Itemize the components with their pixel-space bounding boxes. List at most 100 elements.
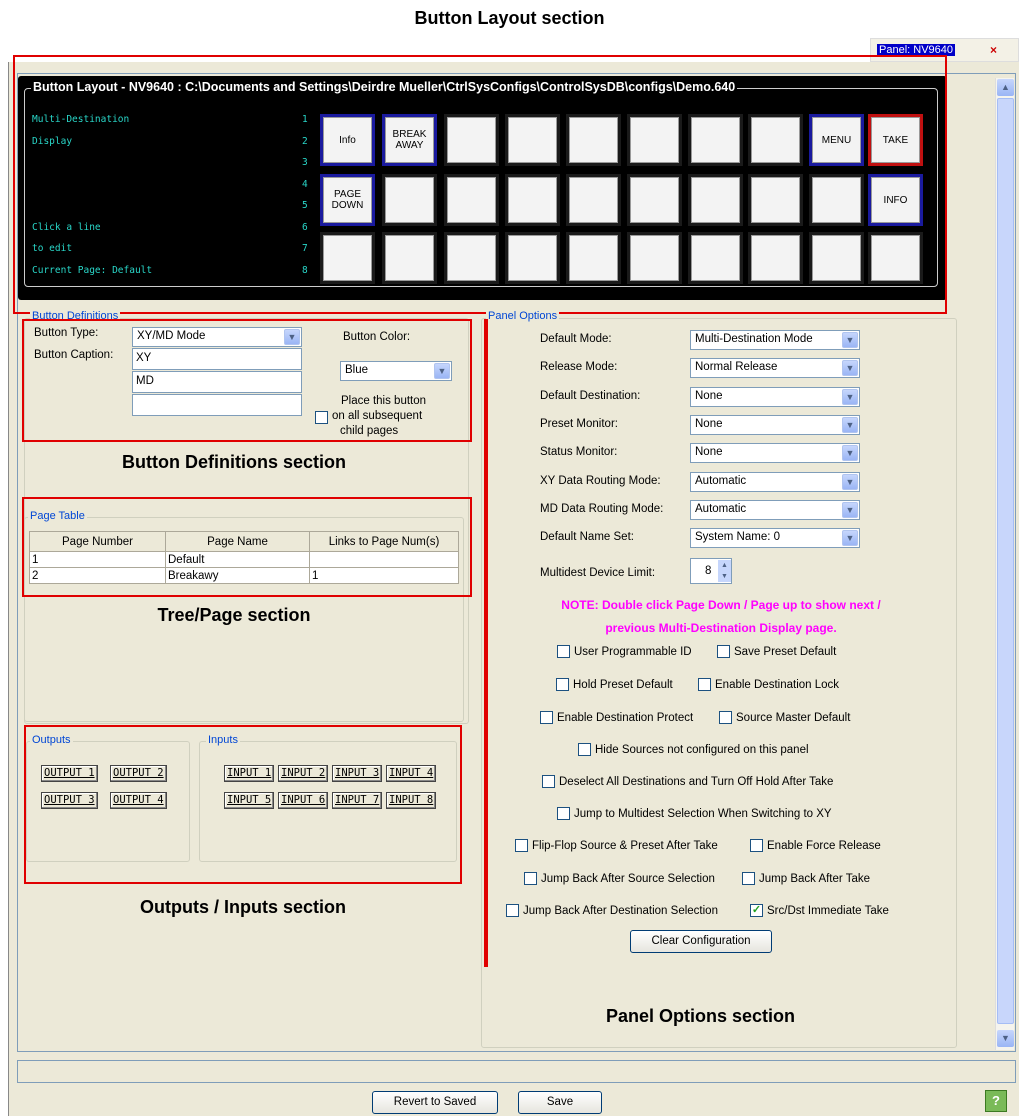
panel-button[interactable]: MENU (809, 114, 864, 166)
checkbox-label: Source Master Default (736, 711, 851, 724)
option-label: Default Destination: (540, 389, 641, 402)
panel-button[interactable]: Info (320, 114, 375, 166)
checkbox[interactable] (515, 839, 528, 852)
option-select[interactable]: None ▼ (690, 414, 860, 435)
option-value: None (695, 417, 723, 430)
panel-button[interactable] (505, 232, 560, 284)
option-select[interactable]: Automatic ▼ (690, 471, 860, 492)
close-icon[interactable]: × (990, 43, 997, 57)
option-checkbox-row[interactable]: Enable Destination Protect (540, 711, 693, 724)
panel-button[interactable] (444, 114, 499, 166)
checkbox[interactable]: ✓ (750, 904, 763, 917)
panel-button[interactable] (748, 232, 803, 284)
option-label: Default Mode: (540, 333, 612, 345)
option-checkbox-row[interactable]: Flip-Flop Source & Preset After Take (515, 839, 718, 852)
panel-button[interactable] (809, 174, 864, 226)
checkbox-label: Hide Sources not configured on this pane… (595, 743, 809, 756)
scroll-down-icon[interactable]: ▼ (997, 1030, 1014, 1047)
panel-button[interactable] (627, 232, 682, 284)
panel-button[interactable] (627, 174, 682, 226)
checkbox[interactable] (557, 645, 570, 658)
scroll-thumb[interactable] (997, 98, 1014, 1024)
checkbox[interactable] (742, 872, 755, 885)
option-checkbox-row[interactable]: Jump Back After Source Selection (524, 872, 715, 885)
panel-button[interactable]: TAKE (868, 114, 923, 166)
note-line-2: previous Multi-Destination Display page. (605, 621, 837, 635)
panel-options-title: Panel Options (486, 310, 560, 322)
option-select[interactable]: None ▼ (690, 443, 860, 464)
option-select[interactable]: Normal Release ▼ (690, 358, 860, 379)
spinner-up-icon[interactable]: ▲ (718, 560, 731, 571)
panel-button[interactable] (505, 114, 560, 166)
panel-button[interactable] (688, 114, 743, 166)
caption-panel-options: Panel Options section (605, 1006, 796, 1026)
panel-button[interactable] (382, 174, 437, 226)
panel-button[interactable] (748, 174, 803, 226)
option-checkbox-row[interactable]: Jump Back After Destination Selection (506, 904, 718, 917)
panel-button[interactable]: BREAK AWAY (382, 114, 437, 166)
help-icon[interactable]: ? (985, 1090, 1007, 1112)
panel-button[interactable] (688, 232, 743, 284)
panel-button[interactable] (748, 114, 803, 166)
panel-button[interactable] (566, 174, 621, 226)
chevron-down-icon: ▼ (842, 445, 858, 462)
caption-tree-page: Tree/Page section (157, 605, 311, 625)
option-checkbox-row[interactable]: Jump Back After Take (742, 872, 870, 885)
checkbox[interactable] (578, 743, 591, 756)
highlight-panel-options (484, 319, 488, 967)
checkbox[interactable] (698, 678, 711, 691)
checkbox[interactable] (506, 904, 519, 917)
scroll-up-icon[interactable]: ▲ (997, 79, 1014, 96)
checkbox[interactable] (556, 678, 569, 691)
option-select[interactable]: Multi-Destination Mode ▼ (690, 330, 860, 350)
option-checkbox-row[interactable]: Jump to Multidest Selection When Switchi… (557, 807, 832, 820)
option-checkbox-row[interactable]: Hide Sources not configured on this pane… (578, 743, 809, 756)
clear-configuration-button[interactable]: Clear Configuration (630, 930, 772, 953)
vertical-scrollbar[interactable]: ▲ ▼ (995, 78, 1014, 1050)
multidest-limit-spinner[interactable]: 8 ▲ ▼ (690, 558, 732, 584)
save-button[interactable]: Save (518, 1091, 602, 1114)
panel-button[interactable] (809, 232, 864, 284)
panel-button[interactable] (868, 232, 923, 284)
panel-button[interactable] (505, 174, 560, 226)
checkbox[interactable] (540, 711, 553, 724)
option-checkbox-row[interactable]: Enable Destination Lock (698, 678, 839, 691)
panel-button[interactable]: INFO (868, 174, 923, 226)
option-value: Automatic (695, 474, 747, 487)
checkbox[interactable] (750, 839, 763, 852)
panel-button[interactable]: PAGE DOWN (320, 174, 375, 226)
checkbox[interactable] (557, 807, 570, 820)
option-checkbox-row[interactable]: User Programmable ID (557, 645, 692, 658)
option-value: System Name: 0 (695, 531, 780, 544)
option-checkbox-row[interactable]: Hold Preset Default (556, 678, 673, 691)
checkbox[interactable] (542, 775, 555, 788)
chevron-down-icon: ▼ (842, 416, 858, 433)
option-checkbox-row[interactable]: Deselect All Destinations and Turn Off H… (542, 775, 833, 788)
checkbox-label: User Programmable ID (574, 645, 692, 658)
panel-button[interactable] (382, 232, 437, 284)
checkbox-label: Jump Back After Destination Selection (523, 904, 718, 917)
panel-button[interactable] (566, 114, 621, 166)
option-checkbox-row[interactable]: Source Master Default (719, 711, 850, 724)
option-select[interactable]: Automatic ▼ (690, 499, 860, 520)
option-label: MD Data Routing Mode: (540, 502, 664, 515)
chevron-down-icon: ▼ (842, 332, 858, 348)
panel-button[interactable] (320, 232, 375, 284)
panel-button[interactable] (444, 232, 499, 284)
panel-button[interactable] (566, 232, 621, 284)
option-select[interactable]: System Name: 0 ▼ (690, 528, 860, 549)
highlight-button-definitions (22, 319, 472, 442)
option-select[interactable]: None ▼ (690, 386, 860, 407)
spinner-down-icon[interactable]: ▼ (718, 571, 731, 582)
option-checkbox-row[interactable]: ✓ Src/Dst Immediate Take (750, 904, 889, 917)
option-checkbox-row[interactable]: Save Preset Default (717, 645, 836, 658)
panel-button[interactable] (627, 114, 682, 166)
option-label: Release Mode: (540, 361, 618, 374)
option-checkbox-row[interactable]: Enable Force Release (750, 839, 881, 852)
checkbox[interactable] (717, 645, 730, 658)
panel-button[interactable] (688, 174, 743, 226)
checkbox[interactable] (524, 872, 537, 885)
checkbox[interactable] (719, 711, 732, 724)
revert-to-saved-button[interactable]: Revert to Saved (372, 1091, 498, 1114)
panel-button[interactable] (444, 174, 499, 226)
